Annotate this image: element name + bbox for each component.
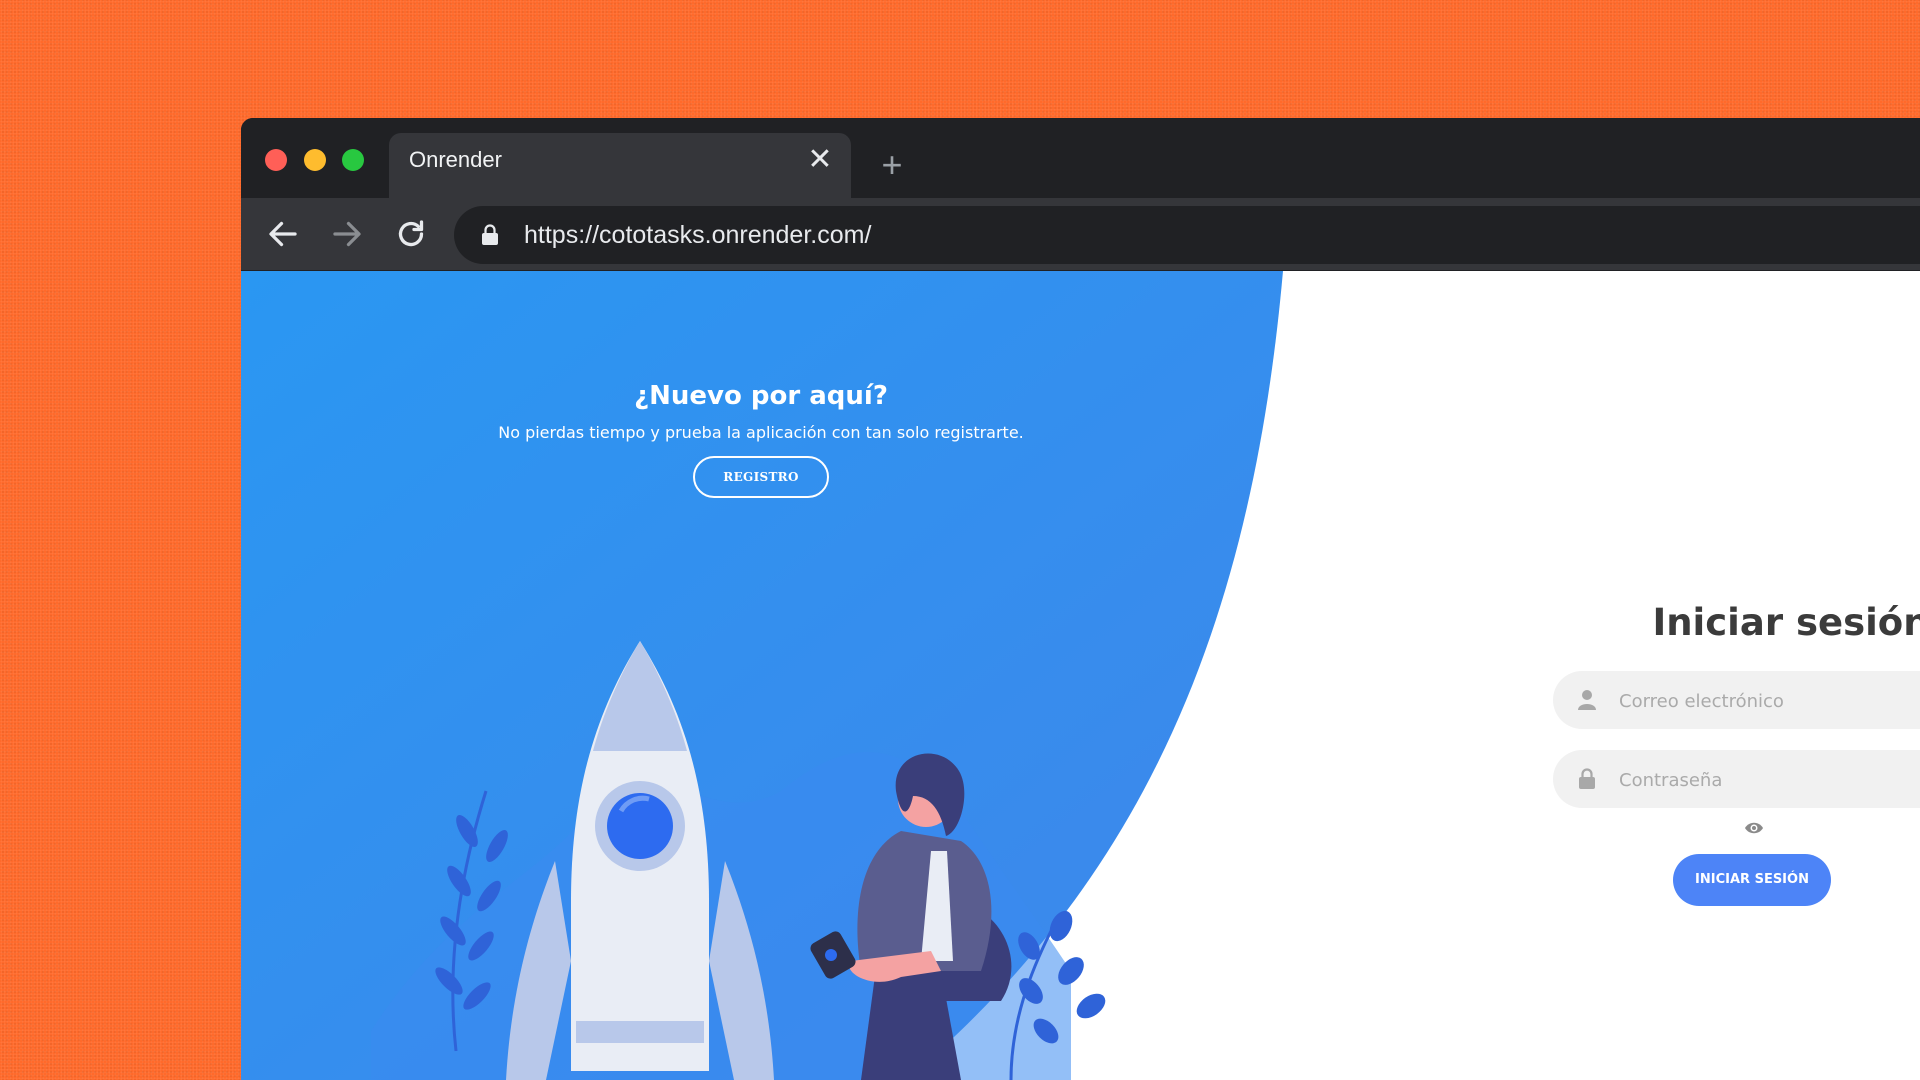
- reload-icon[interactable]: [393, 216, 429, 252]
- window-minimize-button[interactable]: [304, 149, 326, 171]
- close-icon[interactable]: ✕: [807, 145, 833, 175]
- password-input[interactable]: [1617, 750, 1920, 810]
- url-text: https://cototasks.onrender.com/: [524, 221, 872, 249]
- hero-subtitle: No pierdas tiempo y prueba la aplicación…: [498, 423, 1024, 442]
- email-field[interactable]: [1553, 671, 1920, 731]
- back-arrow-icon[interactable]: [265, 216, 301, 252]
- tab-title: Onrender: [409, 147, 502, 172]
- hero-section: ¿Nuevo por aquí? No pierdas tiempo y pru…: [461, 381, 1061, 498]
- email-input[interactable]: [1617, 671, 1920, 731]
- browser-toolbar: https://cototasks.onrender.com/: [241, 198, 1920, 270]
- web-page: ¿Nuevo por aquí? No pierdas tiempo y pru…: [241, 271, 1920, 1080]
- eye-icon[interactable]: [1744, 820, 1764, 836]
- window-close-button[interactable]: [265, 149, 287, 171]
- login-button[interactable]: INICIAR SESIÓN: [1673, 854, 1831, 906]
- login-title: Iniciar sesión: [1652, 601, 1920, 644]
- browser-window: Onrender ✕ + https://cototasks.onrender.…: [241, 118, 1920, 1080]
- tab-bar: Onrender ✕ +: [241, 118, 1920, 198]
- lock-icon: [482, 224, 498, 245]
- window-maximize-button[interactable]: [342, 149, 364, 171]
- plus-icon[interactable]: +: [877, 147, 907, 183]
- password-field[interactable]: [1553, 750, 1920, 810]
- forward-arrow-icon[interactable]: [329, 216, 365, 252]
- tab-onrender[interactable]: Onrender ✕: [389, 133, 851, 198]
- hero-title: ¿Nuevo por aquí?: [634, 381, 888, 411]
- user-icon: [1578, 690, 1596, 710]
- lock-icon: [1579, 768, 1595, 789]
- address-bar[interactable]: https://cototasks.onrender.com/: [454, 206, 1920, 264]
- register-button[interactable]: REGISTRO: [693, 456, 829, 498]
